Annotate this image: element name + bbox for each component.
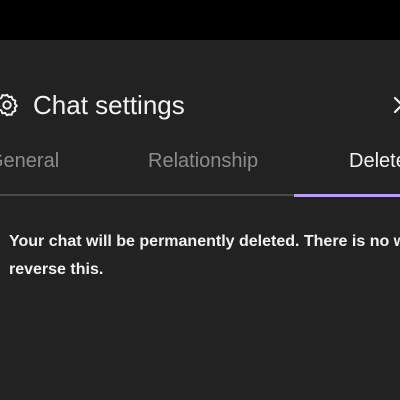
tab-general[interactable]: General	[0, 148, 59, 174]
gear-icon	[0, 92, 20, 118]
dialog-header: Chat settings	[0, 40, 400, 120]
delete-warning-message: Your chat will be permanently deleted. T…	[9, 233, 400, 278]
tab-bar: General Relationship Delete	[0, 140, 400, 198]
tab-relationship[interactable]: Relationship	[148, 148, 258, 174]
dialog-title: Chat settings	[33, 90, 185, 120]
tab-delete[interactable]: Delete	[349, 148, 400, 174]
close-icon[interactable]	[393, 96, 400, 114]
screen: Chat settings General Relationship Delet…	[0, 0, 400, 400]
active-tab-indicator	[294, 194, 400, 197]
chat-settings-dialog: Chat settings General Relationship Delet…	[0, 40, 400, 400]
